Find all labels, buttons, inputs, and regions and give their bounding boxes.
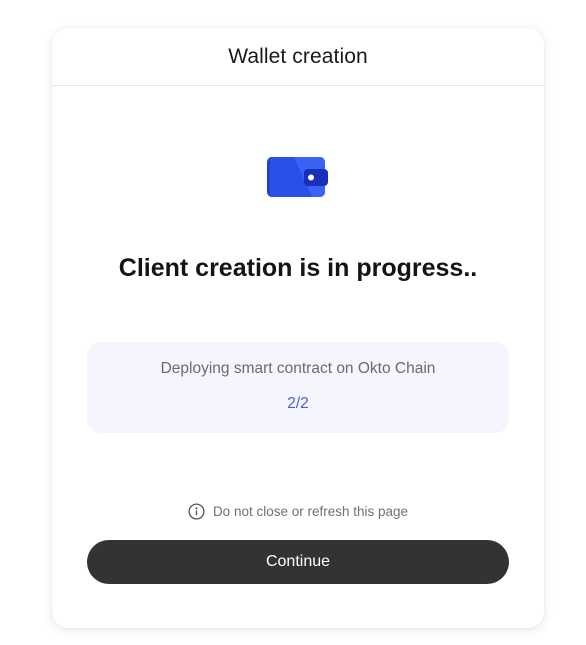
notice-text: Do not close or refresh this page xyxy=(212,504,409,519)
page-title: Wallet creation xyxy=(228,44,368,68)
status-text: Deploying smart contract on Okto Chain xyxy=(160,360,436,377)
card-header: Wallet creation xyxy=(52,28,544,86)
status-box: Deploying smart contract on Okto Chain 2… xyxy=(87,342,509,433)
notice: Do not close or refresh this page xyxy=(52,503,544,520)
continue-button[interactable]: Continue xyxy=(87,540,509,584)
info-icon xyxy=(188,503,205,520)
wallet-icon xyxy=(266,156,330,200)
status-step-count: 2/2 xyxy=(287,395,309,412)
progress-heading: Client creation is in progress.. xyxy=(118,254,478,282)
wallet-creation-card: Wallet creation Client creation is in pr… xyxy=(52,28,544,628)
